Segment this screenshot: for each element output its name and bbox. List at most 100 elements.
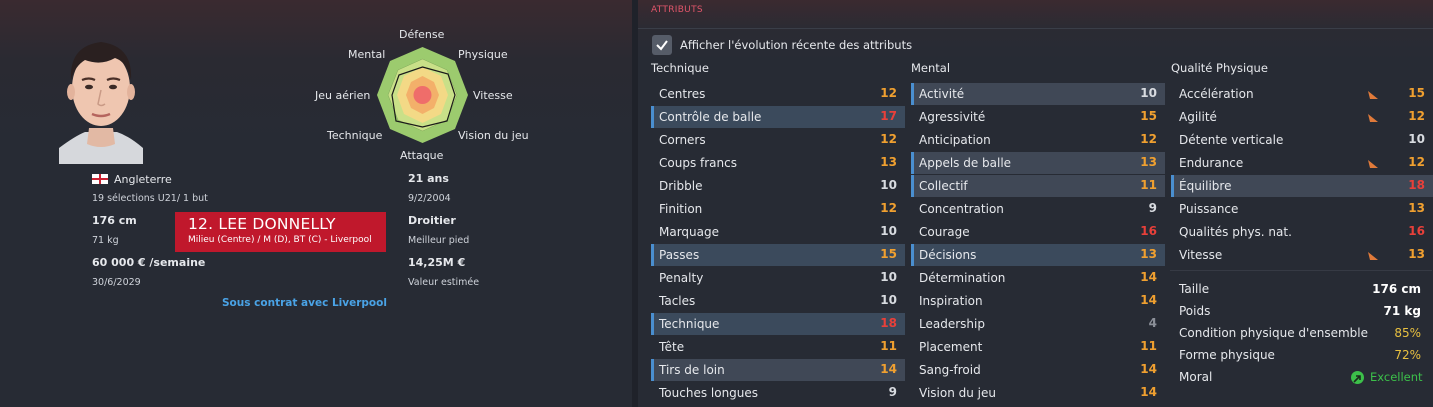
international-caps: 19 sélections U21/ 1 but <box>92 193 208 204</box>
attribute-label: Vision du jeu <box>919 386 996 400</box>
radar-label-vitesse: Vitesse <box>473 89 513 102</box>
highlight-bar <box>911 83 914 105</box>
attribute-label: Qualités phys. nat. <box>1179 225 1292 239</box>
attribute-row[interactable]: Placement 11 <box>911 336 1165 358</box>
physical-extra-label: Forme physique <box>1179 348 1275 362</box>
attribute-row[interactable]: Coups francs 13 <box>651 152 905 174</box>
attribute-value: 12 <box>1408 109 1425 123</box>
morale-value: Excellent <box>1370 370 1423 384</box>
attribute-row[interactable]: Tête 11 <box>651 336 905 358</box>
player-name: 12. LEE DONNELLY <box>188 215 336 233</box>
attribute-label: Corners <box>659 133 706 147</box>
show-evolution-checkbox[interactable] <box>652 35 672 55</box>
contract-status-link[interactable]: Sous contrat avec Liverpool <box>222 297 387 309</box>
attribute-value: 12 <box>1408 155 1425 169</box>
attribute-row[interactable]: Équilibre 18 <box>1171 175 1433 197</box>
attribute-row[interactable]: Centres 12 <box>651 83 905 105</box>
attribute-row[interactable]: Anticipation 12 <box>911 129 1165 151</box>
attribute-row[interactable]: Détente verticale 10 <box>1171 129 1433 151</box>
physical-separator <box>1170 270 1432 271</box>
attribute-row[interactable]: Courage 16 <box>911 221 1165 243</box>
attribute-row[interactable]: Vision du jeu 14 <box>911 382 1165 404</box>
improvement-arrow-icon <box>1368 160 1378 168</box>
attribute-row[interactable]: Décisions 13 <box>911 244 1165 266</box>
radar-label-physique: Physique <box>458 48 508 61</box>
attribute-label: Appels de balle <box>919 156 1012 170</box>
attribute-value: 13 <box>1140 247 1157 261</box>
attribute-row[interactable]: Tirs de loin 14 <box>651 359 905 381</box>
attribute-row[interactable]: Marquage 10 <box>651 221 905 243</box>
attribute-row[interactable]: Agressivité 15 <box>911 106 1165 128</box>
attribute-label: Puissance <box>1179 202 1239 216</box>
improvement-arrow-icon <box>1368 91 1378 99</box>
player-wage: 60 000 € /semaine <box>92 256 206 269</box>
attribute-value: 11 <box>1140 178 1157 192</box>
attribute-value: 13 <box>1408 201 1425 215</box>
attribute-value: 4 <box>1148 316 1157 330</box>
attribute-row[interactable]: Contrôle de balle 17 <box>651 106 905 128</box>
radar-label-technique: Technique <box>327 129 383 142</box>
show-evolution-label[interactable]: Afficher l'évolution récente des attribu… <box>680 38 912 52</box>
attribute-label: Décisions <box>919 248 977 262</box>
attribute-row[interactable]: Accélération 15 <box>1171 83 1433 105</box>
attribute-row[interactable]: Leadership 4 <box>911 313 1165 335</box>
attribute-value: 15 <box>1140 109 1157 123</box>
player-age: 21 ans <box>408 172 449 185</box>
attribute-row[interactable]: Puissance 13 <box>1171 198 1433 220</box>
attribute-row[interactable]: Activité 10 <box>911 83 1165 105</box>
attribute-row[interactable]: Passes 15 <box>651 244 905 266</box>
nationality[interactable]: Angleterre <box>114 173 172 186</box>
player-name-card[interactable]: 12. LEE DONNELLY Milieu (Centre) / M (D)… <box>175 212 386 252</box>
attribute-value: 13 <box>1140 155 1157 169</box>
attribute-label: Accélération <box>1179 87 1254 101</box>
attribute-label: Dribble <box>659 179 703 193</box>
improvement-arrow-icon <box>1368 114 1378 122</box>
physical-extra-value: 71 kg <box>1383 304 1421 318</box>
attribute-value: 14 <box>880 362 897 376</box>
attribute-label: Collectif <box>919 179 968 193</box>
physical-extra-value: 176 cm <box>1372 282 1421 296</box>
attribute-label: Équilibre <box>1179 179 1232 193</box>
physical-extra-value: 85% <box>1394 326 1421 340</box>
preferred-foot-label: Meilleur pied <box>408 235 470 246</box>
physical-extra-label: Poids <box>1179 304 1211 318</box>
improvement-arrow-icon <box>1368 252 1378 260</box>
attribute-row[interactable]: Concentration 9 <box>911 198 1165 220</box>
attribute-row[interactable]: Corners 12 <box>651 129 905 151</box>
attribute-row[interactable]: Inspiration 14 <box>911 290 1165 312</box>
attribute-row[interactable]: Endurance 12 <box>1171 152 1433 174</box>
attribute-row[interactable]: Agilité 12 <box>1171 106 1433 128</box>
attribute-row[interactable]: Technique 18 <box>651 313 905 335</box>
attribute-value: 15 <box>880 247 897 261</box>
physical-extra-label: Moral <box>1179 370 1213 384</box>
attribute-row[interactable]: Penalty 10 <box>651 267 905 289</box>
attribute-row[interactable]: Détermination 14 <box>911 267 1165 289</box>
attribute-value: 11 <box>880 339 897 353</box>
attribute-label: Agressivité <box>919 110 986 124</box>
attribute-row[interactable]: Tacles 10 <box>651 290 905 312</box>
attribute-row[interactable]: Sang-froid 14 <box>911 359 1165 381</box>
radar-label-defense: Défense <box>399 28 445 41</box>
attribute-label: Touches longues <box>659 386 759 400</box>
attribute-label: Penalty <box>659 271 704 285</box>
highlight-bar <box>1171 175 1174 197</box>
attribute-value: 12 <box>1140 132 1157 146</box>
attribute-row[interactable]: Appels de balle 13 <box>911 152 1165 174</box>
attribute-label: Tirs de loin <box>659 363 725 377</box>
attribute-row[interactable]: Collectif 11 <box>911 175 1165 197</box>
attribute-row[interactable]: Vitesse 13 <box>1171 244 1433 266</box>
attribute-value: 18 <box>880 316 897 330</box>
attribute-row[interactable]: Qualités phys. nat. 16 <box>1171 221 1433 243</box>
attribute-row[interactable]: Touches longues 9 <box>651 382 905 404</box>
attribute-label: Tacles <box>659 294 696 308</box>
attribute-value: 13 <box>880 155 897 169</box>
attribute-value: 10 <box>880 178 897 192</box>
physical-extra-value: 72% <box>1394 348 1421 362</box>
physical-extra-label: Condition physique d'ensemble <box>1179 326 1368 340</box>
attribute-row[interactable]: Dribble 10 <box>651 175 905 197</box>
attribute-row[interactable]: Finition 12 <box>651 198 905 220</box>
highlight-bar <box>651 244 654 266</box>
technique-column-title: Technique <box>651 61 709 75</box>
radar-label-jeu-aerien: Jeu aérien <box>315 89 371 102</box>
estimated-value: 14,25M € <box>408 256 466 269</box>
